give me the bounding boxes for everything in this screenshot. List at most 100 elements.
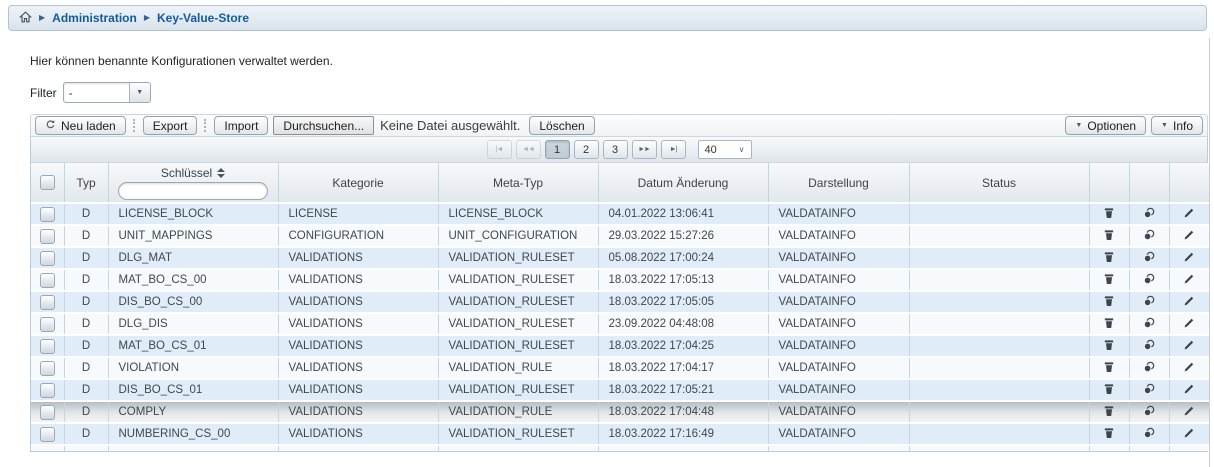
- cell-schluessel: DIS_BO_CS_00: [108, 291, 278, 313]
- delete-row-button[interactable]: [1101, 381, 1117, 400]
- page-button-2[interactable]: 2: [574, 140, 599, 159]
- cell-typ: D: [64, 423, 108, 445]
- copy-icon: [1143, 317, 1155, 332]
- table-row[interactable]: D DLG_MAT VALIDATIONS VALIDATION_RULESET…: [31, 247, 1209, 269]
- copy-row-button[interactable]: [1141, 381, 1157, 400]
- sort-icon[interactable]: [217, 168, 225, 178]
- info-menu-button[interactable]: ▼ Info: [1151, 116, 1203, 135]
- edit-row-button[interactable]: [1181, 227, 1197, 246]
- row-checkbox[interactable]: [40, 295, 55, 310]
- breadcrumb-item-key-value-store[interactable]: Key-Value-Store: [157, 11, 249, 25]
- edit-row-button[interactable]: [1181, 249, 1197, 268]
- copy-row-button[interactable]: [1141, 359, 1157, 378]
- table-row[interactable]: D UNIT_MAPPINGS CONFIGURATION UNIT_CONFI…: [31, 225, 1209, 247]
- delete-row-button[interactable]: [1101, 227, 1117, 246]
- copy-row-button[interactable]: [1141, 227, 1157, 246]
- cell-kategorie: VALIDATIONS: [278, 313, 438, 335]
- cell-datum-aenderung: 18.03.2022 17:16:49: [598, 423, 768, 445]
- copy-row-button[interactable]: [1141, 425, 1157, 444]
- table-row[interactable]: D MAT_BO_CS_01 VALIDATIONS VALIDATION_RU…: [31, 335, 1209, 357]
- page-button-1[interactable]: 1: [545, 140, 570, 159]
- edit-row-button[interactable]: [1181, 271, 1197, 290]
- delete-row-button[interactable]: [1101, 359, 1117, 378]
- delete-row-button[interactable]: [1101, 205, 1117, 224]
- last-page-button[interactable]: ►|: [661, 140, 686, 159]
- first-page-button[interactable]: |◄: [487, 140, 512, 159]
- delete-row-button[interactable]: [1101, 293, 1117, 312]
- cell-status: [909, 291, 1089, 313]
- edit-row-button[interactable]: [1181, 315, 1197, 334]
- breadcrumb-separator-icon: ▶: [39, 14, 45, 22]
- table-row[interactable]: D MAT_BO_CS_00 VALIDATIONS VALIDATION_RU…: [31, 269, 1209, 291]
- delete-row-button[interactable]: [1101, 315, 1117, 334]
- row-checkbox[interactable]: [40, 229, 55, 244]
- select-all-checkbox[interactable]: [40, 175, 55, 190]
- breadcrumb-item-administration[interactable]: Administration: [52, 11, 137, 25]
- cell-copy: [1129, 401, 1169, 423]
- header-schluessel-label[interactable]: Schlüssel: [161, 166, 212, 180]
- delete-row-button[interactable]: [1101, 271, 1117, 290]
- table-row[interactable]: D NUMBERING_CS_00 VALIDATIONS VALIDATION…: [31, 423, 1209, 445]
- copy-row-button[interactable]: [1141, 205, 1157, 224]
- options-menu-button[interactable]: ▼ Optionen: [1065, 116, 1146, 135]
- page-button-3[interactable]: 3: [603, 140, 628, 159]
- browse-file-button[interactable]: Durchsuchen...: [273, 116, 374, 135]
- copy-icon: [1143, 405, 1155, 420]
- cell-typ: D: [64, 269, 108, 291]
- edit-row-button[interactable]: [1181, 337, 1197, 356]
- cell-typ: D: [64, 379, 108, 401]
- row-checkbox[interactable]: [40, 383, 55, 398]
- copy-row-button[interactable]: [1141, 315, 1157, 334]
- copy-row-button[interactable]: [1141, 293, 1157, 312]
- row-checkbox[interactable]: [40, 427, 55, 442]
- table-row[interactable]: D DIS_BO_CS_01 VALIDATIONS VALIDATION_RU…: [31, 379, 1209, 401]
- row-checkbox[interactable]: [40, 339, 55, 354]
- import-button[interactable]: Import: [214, 116, 268, 135]
- row-checkbox[interactable]: [40, 251, 55, 266]
- cell-kategorie: VALIDATIONS: [278, 379, 438, 401]
- reload-button[interactable]: Neu laden: [35, 116, 126, 135]
- table-row[interactable]: D COMPLY VALIDATIONS VALIDATION_RULE 18.…: [31, 401, 1209, 423]
- export-button[interactable]: Export: [143, 116, 198, 135]
- key-value-table-panel: |◄ ◄◄ 1 2 3 ►► ►| 40 ∨ Typ Schlüs: [30, 137, 1208, 452]
- previous-page-button[interactable]: ◄◄: [516, 140, 541, 159]
- edit-row-button[interactable]: [1181, 381, 1197, 400]
- table-row[interactable]: D LICENSE_BLOCK LICENSE LICENSE_BLOCK 04…: [31, 203, 1209, 225]
- delete-row-button[interactable]: [1101, 249, 1117, 268]
- row-checkbox[interactable]: [40, 317, 55, 332]
- copy-row-button[interactable]: [1141, 403, 1157, 422]
- breadcrumb: ▶ Administration ▶ Key-Value-Store: [8, 5, 1207, 31]
- cell-meta-typ: VALIDATION_RULE: [438, 401, 598, 423]
- home-button[interactable]: [19, 11, 32, 26]
- row-checkbox[interactable]: [40, 361, 55, 376]
- row-checkbox[interactable]: [40, 273, 55, 288]
- file-status-text: Keine Datei ausgewählt.: [380, 118, 520, 133]
- delete-row-button[interactable]: [1101, 337, 1117, 356]
- table-row[interactable]: D VIOLATION VALIDATIONS VALIDATION_RULE …: [31, 357, 1209, 379]
- trash-icon: [1103, 405, 1115, 420]
- table-row[interactable]: D DLG_DIS VALIDATIONS VALIDATION_RULESET…: [31, 313, 1209, 335]
- edit-row-button[interactable]: [1181, 403, 1197, 422]
- copy-row-button[interactable]: [1141, 249, 1157, 268]
- delete-row-button[interactable]: [1101, 403, 1117, 422]
- cell-edit: [1169, 269, 1209, 291]
- schluessel-filter-input[interactable]: [118, 182, 268, 200]
- chevron-down-icon[interactable]: ▼: [129, 83, 150, 102]
- delete-row-button[interactable]: [1101, 425, 1117, 444]
- edit-row-button[interactable]: [1181, 205, 1197, 224]
- next-page-button[interactable]: ►►: [632, 140, 657, 159]
- page-size-select[interactable]: 40 ∨: [698, 140, 752, 159]
- cell-copy: [1129, 225, 1169, 247]
- row-checkbox[interactable]: [40, 405, 55, 420]
- table-row[interactable]: D DIS_BO_CS_00 VALIDATIONS VALIDATION_RU…: [31, 291, 1209, 313]
- row-checkbox[interactable]: [40, 207, 55, 222]
- header-meta-typ: Meta-Typ: [438, 163, 598, 203]
- copy-row-button[interactable]: [1141, 337, 1157, 356]
- edit-row-button[interactable]: [1181, 359, 1197, 378]
- delete-button[interactable]: Löschen: [529, 116, 594, 135]
- edit-row-button[interactable]: [1181, 425, 1197, 444]
- copy-row-button[interactable]: [1141, 271, 1157, 290]
- filter-dropdown[interactable]: - ▼: [63, 82, 151, 103]
- edit-row-button[interactable]: [1181, 293, 1197, 312]
- cell-status: [909, 401, 1089, 423]
